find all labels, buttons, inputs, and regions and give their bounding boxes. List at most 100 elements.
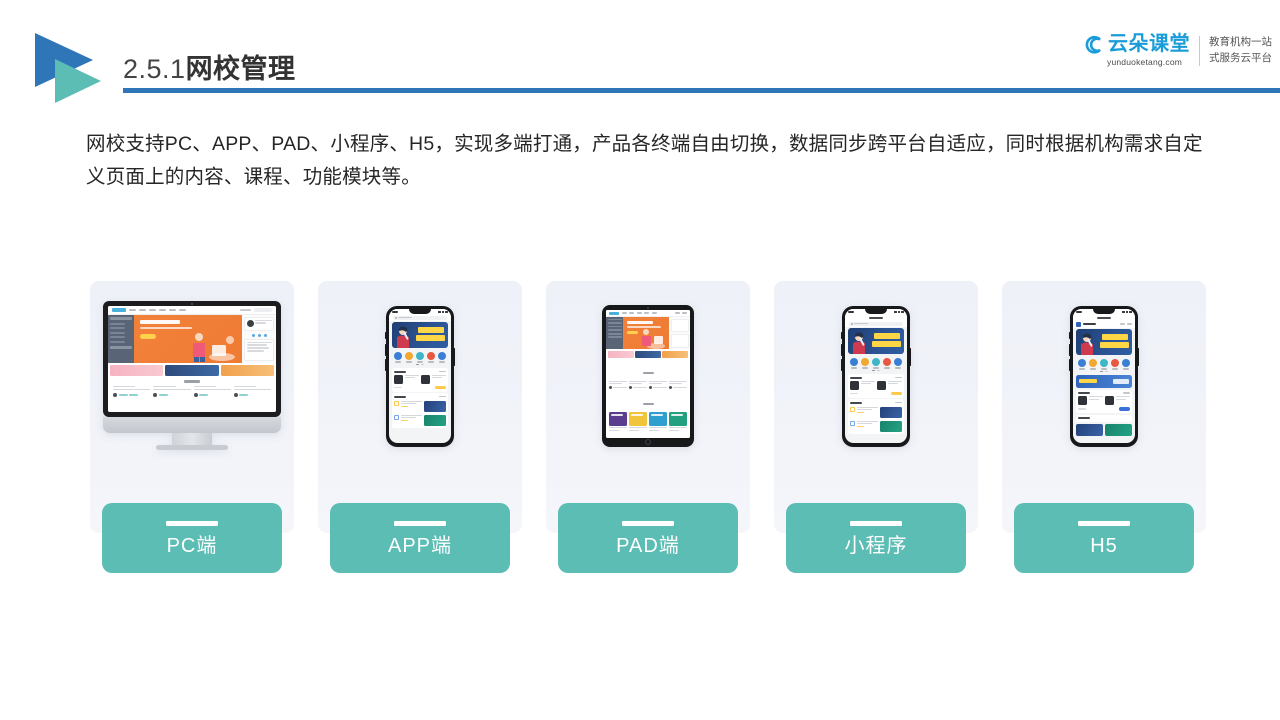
enroll-button[interactable] xyxy=(434,385,446,390)
carousel-dot-icon[interactable] xyxy=(420,363,424,365)
text-line xyxy=(246,350,264,352)
course-tile[interactable] xyxy=(609,411,627,431)
promo-strip-banner[interactable] xyxy=(1076,375,1132,389)
quick-nav-item[interactable] xyxy=(860,358,869,369)
carousel-dot-icon[interactable] xyxy=(1100,370,1104,372)
carousel-dot-icon[interactable] xyxy=(876,369,880,371)
sidebar-item xyxy=(110,327,126,330)
quick-nav-item[interactable] xyxy=(416,352,424,363)
promo-banner[interactable] xyxy=(635,350,661,358)
section-more-link[interactable] xyxy=(894,401,902,404)
course-tile[interactable] xyxy=(669,411,687,431)
course-card[interactable] xyxy=(877,380,902,390)
nav-icon xyxy=(1077,359,1086,368)
promo-banner[interactable] xyxy=(110,364,164,376)
quick-nav-item[interactable] xyxy=(427,352,436,363)
text-line xyxy=(401,400,422,402)
course-card[interactable] xyxy=(850,380,875,390)
promo-banner[interactable] xyxy=(220,364,274,376)
course-tile[interactable] xyxy=(649,411,667,431)
user-icon[interactable] xyxy=(1126,323,1132,326)
course-card[interactable] xyxy=(1078,396,1103,406)
course-item[interactable] xyxy=(609,380,627,390)
quick-nav-item[interactable] xyxy=(883,358,892,369)
quick-nav-item[interactable] xyxy=(1122,359,1131,370)
quick-nav-item[interactable] xyxy=(1088,359,1097,370)
promo-banner[interactable] xyxy=(662,350,689,358)
course-item[interactable] xyxy=(649,380,667,390)
text-line xyxy=(857,406,878,408)
price-text xyxy=(394,386,403,389)
course-tile[interactable] xyxy=(629,411,647,431)
course-item[interactable] xyxy=(153,385,191,397)
mute-switch-icon xyxy=(1068,331,1071,339)
quick-nav-item[interactable] xyxy=(872,358,880,369)
search-input[interactable] xyxy=(849,321,903,326)
carousel-dot-icon[interactable] xyxy=(416,363,420,365)
promo-banner[interactable] xyxy=(608,350,634,358)
platform-card-pad[interactable]: PAD端 xyxy=(546,281,750,573)
platform-label-h5[interactable]: H5 xyxy=(1014,503,1194,573)
platform-card-pc[interactable]: PC端 xyxy=(90,281,294,573)
course-thumbnail xyxy=(1078,396,1088,406)
course-item[interactable] xyxy=(233,385,271,397)
quick-nav-item[interactable] xyxy=(1111,359,1120,370)
action-dot-icon[interactable] xyxy=(257,334,261,337)
platform-card-h5[interactable]: H5 xyxy=(1002,281,1206,573)
course-card[interactable] xyxy=(394,374,419,384)
person-illustration-icon xyxy=(1081,333,1094,356)
recommended-item[interactable] xyxy=(394,414,446,426)
section-more-link[interactable] xyxy=(894,376,902,379)
carousel-dot-icon[interactable] xyxy=(872,369,876,371)
section-more-link[interactable] xyxy=(438,370,446,373)
course-card[interactable] xyxy=(1105,396,1130,406)
item-thumbnail[interactable] xyxy=(1105,423,1132,436)
quick-nav-item[interactable] xyxy=(404,352,413,363)
enroll-button[interactable] xyxy=(1118,407,1130,411)
enroll-button[interactable] xyxy=(890,391,902,396)
hero-cta-button[interactable] xyxy=(627,330,638,335)
app-hero-banner[interactable] xyxy=(392,322,448,349)
site-logo-icon xyxy=(1076,321,1082,327)
item-thumbnail xyxy=(879,406,902,418)
course-item[interactable] xyxy=(113,385,151,397)
quick-nav-item[interactable] xyxy=(1100,359,1108,370)
platform-card-app[interactable]: APP端 xyxy=(318,281,522,573)
hero-cta-button[interactable] xyxy=(140,334,156,340)
section-more-link[interactable] xyxy=(438,395,446,398)
app-hero-banner[interactable] xyxy=(1076,329,1132,356)
quick-nav-item[interactable] xyxy=(849,358,858,369)
quick-nav-item[interactable] xyxy=(1077,359,1086,370)
site-logo-icon xyxy=(112,308,126,312)
course-card[interactable] xyxy=(421,374,446,384)
search-input[interactable] xyxy=(393,315,447,320)
carousel-dot-icon[interactable] xyxy=(1104,370,1108,372)
platform-label-app[interactable]: APP端 xyxy=(330,503,510,573)
promo-banner[interactable] xyxy=(165,364,219,376)
quick-nav-item[interactable] xyxy=(894,358,903,369)
item-thumbnail[interactable] xyxy=(1076,423,1103,436)
pill-accent-bar xyxy=(622,520,674,526)
platform-label-pc[interactable]: PC端 xyxy=(102,503,282,573)
quick-nav-item[interactable] xyxy=(393,352,402,363)
ipad-home-button[interactable] xyxy=(645,439,651,446)
section-more-link[interactable] xyxy=(1122,392,1130,394)
course-item[interactable] xyxy=(629,380,647,390)
nav-icon xyxy=(894,358,903,367)
quick-nav-item[interactable] xyxy=(438,352,447,363)
course-item[interactable] xyxy=(193,385,231,397)
platform-label-pad[interactable]: PAD端 xyxy=(558,503,738,573)
platform-card-miniprogram[interactable]: 小程序 xyxy=(774,281,978,573)
action-dot-icon[interactable] xyxy=(251,334,255,337)
recommended-item[interactable] xyxy=(850,420,902,432)
menu-icon[interactable] xyxy=(1119,323,1125,326)
app-hero-banner[interactable] xyxy=(848,328,904,355)
action-dot-icon[interactable] xyxy=(263,334,267,337)
search-bar[interactable] xyxy=(389,314,451,321)
recommended-item[interactable] xyxy=(394,400,446,412)
platform-label-miniprogram[interactable]: 小程序 xyxy=(786,503,966,573)
search-bar[interactable] xyxy=(845,320,907,327)
recommended-item[interactable] xyxy=(850,406,902,418)
tile-thumbnail xyxy=(669,411,687,426)
course-item[interactable] xyxy=(669,380,687,390)
